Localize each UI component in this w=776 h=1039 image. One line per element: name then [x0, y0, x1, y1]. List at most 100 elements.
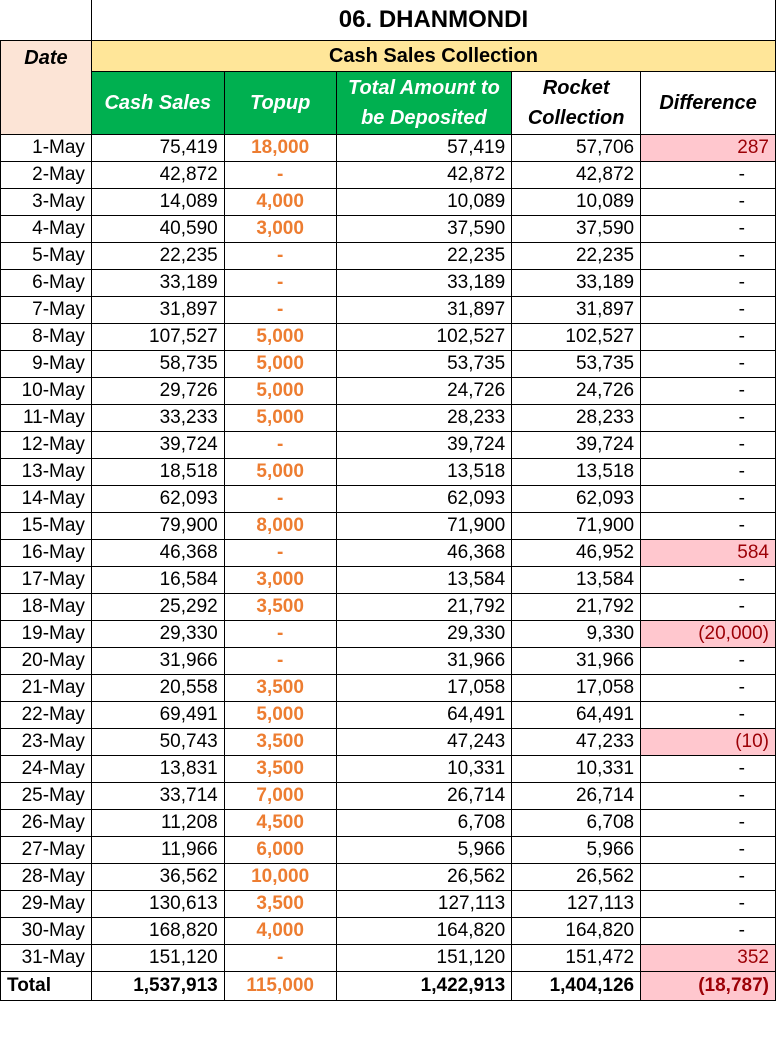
- rocket-collection-cell: 47,233: [511, 728, 642, 756]
- cash-sales-cell: 42,872: [90, 161, 225, 189]
- table-row: 8-May 107,527 5,000 102,527 102,527-: [0, 323, 776, 351]
- total-amount-cell: 17,058: [335, 674, 513, 702]
- rocket-collection-header: Rocket Collection: [511, 71, 642, 135]
- date-cell: 7-May: [0, 296, 92, 324]
- table-body: 1-May 75,419 18,000 57,419 57,706 287 2-May 42,…: [0, 134, 776, 972]
- topup-cell: -: [223, 296, 337, 324]
- table-row: 24-May 13,831 3,500 10,331 10,331-: [0, 755, 776, 783]
- cash-sales-cell: 31,966: [90, 647, 225, 675]
- date-cell: 14-May: [0, 485, 92, 513]
- total-amount-cell: 10,089: [335, 188, 513, 216]
- date-cell: 24-May: [0, 755, 92, 783]
- cash-sales-cell: 36,562: [90, 863, 225, 891]
- table-row: 10-May 29,726 5,000 24,726 24,726-: [0, 377, 776, 405]
- cash-sales-cell: 25,292: [90, 593, 225, 621]
- cash-sales-cell: 22,235: [90, 242, 225, 270]
- table-row: 15-May 79,900 8,000 71,900 71,900-: [0, 512, 776, 540]
- rocket-collection-cell: 10,089: [511, 188, 642, 216]
- rocket-collection-cell: 37,590: [511, 215, 642, 243]
- date-cell: 30-May: [0, 917, 92, 945]
- total-amount-cell: 47,243: [335, 728, 513, 756]
- topup-cell: 6,000: [223, 836, 337, 864]
- difference-cell: -: [640, 593, 776, 621]
- date-cell: 16-May: [0, 539, 92, 567]
- difference-cell: (10): [640, 728, 776, 756]
- topup-cell: -: [223, 539, 337, 567]
- date-cell: 10-May: [0, 377, 92, 405]
- date-cell: 2-May: [0, 161, 92, 189]
- topup-cell: 5,000: [223, 323, 337, 351]
- topup-cell: 4,000: [223, 917, 337, 945]
- date-cell: 13-May: [0, 458, 92, 486]
- rocket-collection-cell: 21,792: [511, 593, 642, 621]
- date-cell: 12-May: [0, 431, 92, 459]
- table-row: 18-May 25,292 3,500 21,792 21,792-: [0, 593, 776, 621]
- table-row: 7-May 31,897-31,897 31,897-: [0, 296, 776, 324]
- cash-sales-header: Cash Sales: [90, 71, 225, 135]
- cash-sales-cell: 11,208: [90, 809, 225, 837]
- difference-cell: -: [640, 161, 776, 189]
- difference-cell: -: [640, 890, 776, 918]
- date-cell: 25-May: [0, 782, 92, 810]
- cash-sales-cell: 11,966: [90, 836, 225, 864]
- topup-cell: -: [223, 944, 337, 972]
- date-cell: 4-May: [0, 215, 92, 243]
- total-amount-cell: 39,724: [335, 431, 513, 459]
- total-cash-sales: 1,537,913: [90, 971, 225, 1001]
- difference-cell: 287: [640, 134, 776, 162]
- date-cell: 27-May: [0, 836, 92, 864]
- difference-cell: (20,000): [640, 620, 776, 648]
- difference-cell: -: [640, 836, 776, 864]
- total-amount-cell: 151,120: [335, 944, 513, 972]
- topup-cell: 3,000: [223, 215, 337, 243]
- date-cell: 5-May: [0, 242, 92, 270]
- rocket-collection-cell: 164,820: [511, 917, 642, 945]
- topup-cell: 4,000: [223, 188, 337, 216]
- rocket-collection-cell: 46,952: [511, 539, 642, 567]
- date-cell: 29-May: [0, 890, 92, 918]
- rocket-collection-cell: 13,518: [511, 458, 642, 486]
- date-cell: 28-May: [0, 863, 92, 891]
- topup-cell: 7,000: [223, 782, 337, 810]
- date-cell: 6-May: [0, 269, 92, 297]
- topup-cell: -: [223, 242, 337, 270]
- cash-sales-cell: 69,491: [90, 701, 225, 729]
- difference-cell: -: [640, 215, 776, 243]
- table-row: 27-May 11,966 6,000 5,966 5,966-: [0, 836, 776, 864]
- blank-corner: [0, 0, 92, 41]
- date-cell: 1-May: [0, 134, 92, 162]
- total-amount-cell: 33,189: [335, 269, 513, 297]
- topup-cell: -: [223, 161, 337, 189]
- rocket-collection-cell: 10,331: [511, 755, 642, 783]
- total-amount-cell: 6,708: [335, 809, 513, 837]
- total-amount-cell: 26,562: [335, 863, 513, 891]
- topup-cell: 3,500: [223, 728, 337, 756]
- total-amount-cell: 37,590: [335, 215, 513, 243]
- cash-sales-cell: 33,233: [90, 404, 225, 432]
- total-rocket-collection: 1,404,126: [511, 971, 642, 1001]
- rocket-collection-cell: 53,735: [511, 350, 642, 378]
- topup-cell: 3,500: [223, 593, 337, 621]
- date-cell: 20-May: [0, 647, 92, 675]
- difference-cell: -: [640, 377, 776, 405]
- rocket-collection-cell: 102,527: [511, 323, 642, 351]
- difference-cell: -: [640, 323, 776, 351]
- cash-sales-cell: 16,584: [90, 566, 225, 594]
- difference-cell: -: [640, 296, 776, 324]
- topup-cell: 3,500: [223, 890, 337, 918]
- table-row: 30-May 168,820 4,000 164,820 164,820-: [0, 917, 776, 945]
- rocket-collection-cell: 6,708: [511, 809, 642, 837]
- total-amount-cell: 31,966: [335, 647, 513, 675]
- table-row: 25-May 33,714 7,000 26,714 26,714-: [0, 782, 776, 810]
- rocket-collection-cell: 39,724: [511, 431, 642, 459]
- total-amount-cell: 28,233: [335, 404, 513, 432]
- total-amount-cell: 64,491: [335, 701, 513, 729]
- date-cell: 21-May: [0, 674, 92, 702]
- date-header: Date: [0, 40, 92, 135]
- sheet-title: 06. DHANMONDI: [91, 0, 776, 41]
- date-cell: 11-May: [0, 404, 92, 432]
- rocket-collection-cell: 28,233: [511, 404, 642, 432]
- total-amount-cell: 13,518: [335, 458, 513, 486]
- cash-sales-cell: 33,714: [90, 782, 225, 810]
- cash-sales-cell: 79,900: [90, 512, 225, 540]
